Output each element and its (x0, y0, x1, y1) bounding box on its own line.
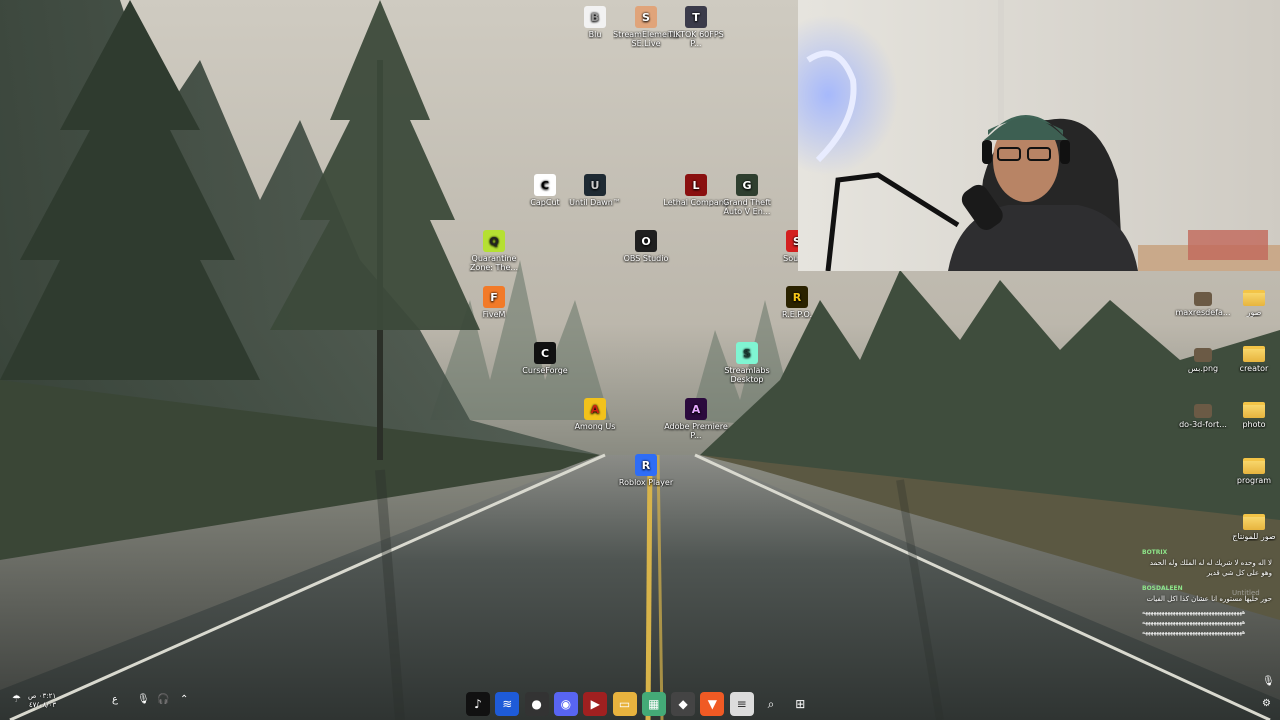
desktop-icon-label: OBS Studio (623, 254, 669, 263)
desktop-folder[interactable]: program (1221, 454, 1280, 485)
desktop-icon[interactable]: O OBS Studio (613, 230, 679, 263)
taskbar: ☂ ع 🎙 🎧 ⌃ ♪ ≋ ● ◉ ▶ ▭ ▦ ◆ ▼ ≡ ⌕ ⊞ 🎙 ⚙ (0, 676, 1280, 720)
desktop-icon-label: photo (1242, 420, 1266, 429)
desktop-icon-label: CurseForge (522, 366, 568, 375)
notepad-icon[interactable]: ≡ (729, 692, 754, 716)
chat-username: BOTRIX (1142, 549, 1168, 556)
desktop-icon[interactable]: S Streamlabs Desktop (714, 342, 780, 384)
brave-icon[interactable]: ▼ (700, 692, 725, 716)
tiktok-icon[interactable]: ♪ (466, 692, 490, 716)
desktop-icon-label: FiveM (482, 310, 506, 319)
discord-icon[interactable]: ◉ (553, 692, 578, 716)
stream-chat-overlay: BOTRIX لا اله وحده لا شريك له له الملك و… (1142, 548, 1272, 638)
windows-start-icon[interactable]: ⊞ (788, 692, 812, 716)
obs-icon: O (635, 230, 657, 252)
desktop-folder[interactable]: photo (1221, 398, 1280, 429)
search-icon[interactable]: ⌕ (759, 692, 783, 716)
desktop-icon-label: صور للمونتاج (1232, 532, 1276, 541)
desktop-icon[interactable]: R Roblox Player (613, 454, 679, 487)
file-explorer-icon[interactable]: ▭ (612, 692, 637, 716)
desktop-icon-label: صور (1246, 308, 1262, 317)
fivem-icon: F (483, 286, 505, 308)
quarantine-zone-icon: Q (483, 230, 505, 252)
microphone-icon[interactable]: 🎙 (137, 694, 150, 705)
folder-icon (1243, 346, 1265, 362)
desktop-icon[interactable]: A Among Us (562, 398, 628, 431)
premiere-icon: A (685, 398, 707, 420)
folder-icon (1243, 402, 1265, 418)
clock-date: ٤٧/٠٨/٠٣ (28, 701, 57, 709)
webcam-feed (798, 0, 1280, 271)
streamelements-icon: S (635, 6, 657, 28)
desktop-icon[interactable]: Q Quarantine Zone: The... (461, 230, 527, 272)
file-icon: B (584, 6, 606, 28)
settings-icon[interactable]: ⚙ (1262, 698, 1271, 709)
desktop-icon[interactable]: R R.E.P.O. (764, 286, 830, 319)
desktop-folder[interactable]: صور للمونتاج (1221, 510, 1280, 541)
weather-icon[interactable]: ☂ (12, 694, 21, 705)
video-app-icon[interactable]: ▶ (583, 692, 608, 716)
desktop-icon[interactable]: F FiveM (461, 286, 527, 319)
desktop-icon-label: Roblox Player (618, 478, 674, 487)
app-blue-icon[interactable]: ≋ (495, 692, 520, 716)
desktop-icon-label: Until Dawn™ (569, 198, 621, 207)
desktop-folder[interactable]: creator (1221, 342, 1280, 373)
clock-time: ٠٣:٢١ ص (28, 692, 57, 700)
desktop-icon-label: Adobe Premiere P... (664, 422, 728, 440)
among-us-icon: A (584, 398, 606, 420)
desktop-icon[interactable]: G Grand Theft Auto V En... (714, 174, 780, 216)
webcam-overlay (798, 0, 1280, 271)
folder-icon (1243, 458, 1265, 474)
chat-spam-line: ههههههههههههههههههههههههههههههههههههه (1142, 609, 1246, 616)
desktop-icon-label: program (1236, 476, 1272, 485)
repo-icon: R (786, 286, 808, 308)
tiktok-profile-icon: T (685, 6, 707, 28)
capcut-icon: C (534, 174, 556, 196)
desktop-icon-label: Among Us (574, 422, 616, 431)
desktop-icon-label: creator (1239, 364, 1269, 373)
desktop-icon-label: R.E.P.O. (781, 310, 813, 319)
chat-message: لا اله وحده لا شريك له له الملك وله الحم… (1149, 559, 1272, 577)
image-file-icon (1194, 292, 1212, 306)
desktop-icon-label: Streamlabs Desktop (724, 366, 770, 384)
chat-spam-line: ههههههههههههههههههههههههههههههههههههه (1142, 629, 1246, 636)
microphone-tray-icon[interactable]: 🎙 (1262, 676, 1275, 687)
headphones-icon[interactable]: 🎧 (157, 694, 169, 705)
clock[interactable]: ٠٣:٢١ ص ٤٧/٠٨/٠٣ (28, 692, 56, 710)
calculator-icon[interactable]: ▦ (641, 692, 666, 716)
desktop-icon[interactable]: C CurseForge (512, 342, 578, 375)
desktop-folder[interactable]: صور (1221, 286, 1280, 317)
desktop-icon-label: TIKTOK 60FPS P... (668, 30, 724, 48)
roblox-icon: R (635, 454, 657, 476)
image-file-icon (1194, 404, 1212, 418)
folder-icon (1243, 290, 1265, 306)
image-file-icon (1194, 348, 1212, 362)
language-indicator[interactable]: ع (112, 694, 118, 705)
desktop-icon-label: Grand Theft Auto V En... (723, 198, 771, 216)
desktop-icon[interactable]: U Until Dawn™ (562, 174, 628, 207)
chat-spam-line: ههههههههههههههههههههههههههههههههههههه (1142, 619, 1246, 626)
desktop-icon-label: Quarantine Zone: The... (469, 254, 519, 272)
obs-taskbar-icon[interactable]: ● (524, 692, 549, 716)
gta-v-icon: G (736, 174, 758, 196)
until-dawn-icon: U (584, 174, 606, 196)
desktop-icon[interactable]: T TIKTOK 60FPS P... (663, 6, 729, 48)
streamlabs-icon: S (736, 342, 758, 364)
folder-icon (1243, 514, 1265, 530)
chat-ghost-label: Untitled (1232, 589, 1260, 597)
chevron-up-icon[interactable]: ⌃ (180, 694, 188, 705)
lethal-company-icon: L (685, 174, 707, 196)
desktop-icon[interactable]: A Adobe Premiere P... (663, 398, 729, 440)
cube-app-icon[interactable]: ◆ (671, 692, 696, 716)
curseforge-icon: C (534, 342, 556, 364)
